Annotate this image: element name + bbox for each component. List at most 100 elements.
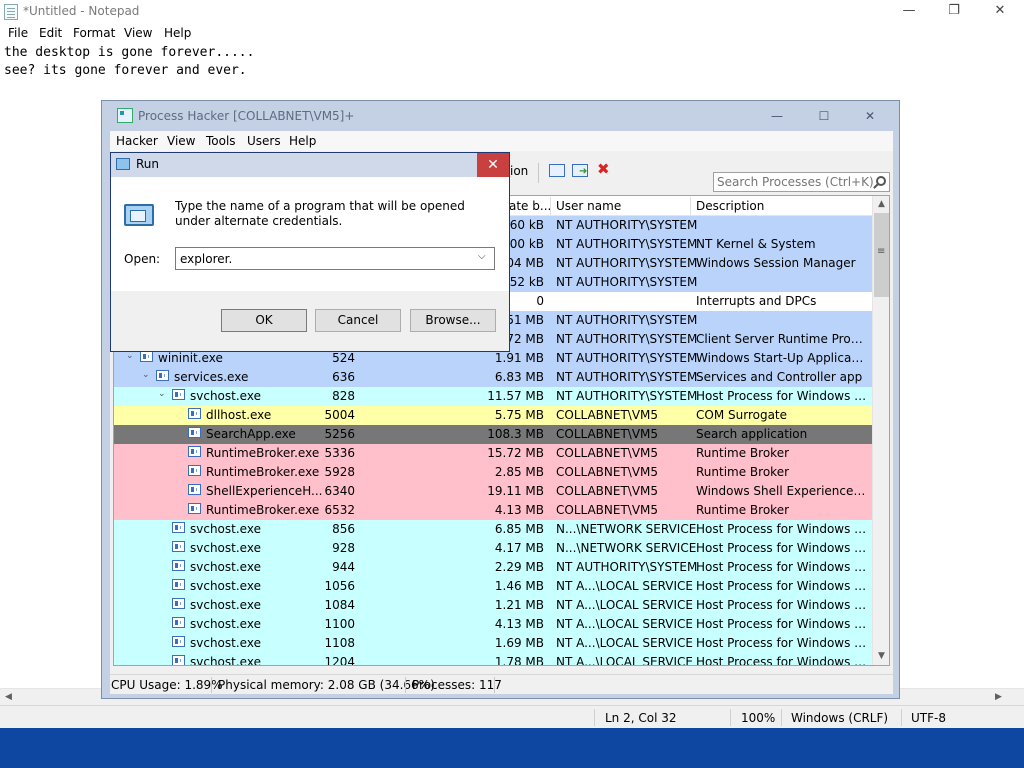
notepad-minimize-button[interactable]: — (886, 0, 932, 24)
tree-expander-icon[interactable]: ⌄ (142, 370, 150, 380)
process-name: svchost.exe (190, 541, 261, 555)
browse-button[interactable]: Browse... (410, 309, 496, 332)
scroll-up-icon[interactable]: ▲ (873, 196, 889, 213)
process-row[interactable]: svchost.exe 928 4.17 MB N...\NETWORK SERVIC… (114, 539, 872, 558)
ph-menu-hacker[interactable]: Hacker (116, 134, 158, 148)
process-row[interactable]: ⌄ services.exe 636 6.83 MB NT AUTHORITY\SYST… (114, 368, 872, 387)
process-private-bytes: 4.13 MB (494, 503, 544, 517)
ph-maximize-button[interactable]: ☐ (801, 105, 847, 127)
menu-help[interactable]: Help (164, 26, 191, 40)
table-vertical-scrollbar[interactable]: ▲ ▼ (872, 196, 889, 665)
process-private-bytes: 15.72 MB (487, 446, 544, 460)
process-user: NT AUTHORITY\SYSTEM (556, 256, 698, 270)
process-description: Services and Controller app (696, 370, 863, 384)
scroll-down-icon[interactable]: ▼ (873, 648, 889, 665)
process-row[interactable]: RuntimeBroker.exe 5336 15.72 MB COLLABNET\V… (114, 444, 872, 463)
process-name: svchost.exe (190, 598, 261, 612)
process-private-bytes: 19.11 MB (487, 484, 544, 498)
process-row[interactable]: svchost.exe 944 2.29 MB NT AUTHORITY\SYSTEM… (114, 558, 872, 577)
run-close-button[interactable]: ✕ (477, 153, 509, 177)
process-row[interactable]: svchost.exe 1100 4.13 MB NT A...\LOCAL SERV… (114, 615, 872, 634)
search-icon[interactable] (876, 176, 886, 186)
process-private-bytes: 6.85 MB (494, 522, 544, 536)
status-divider (901, 709, 902, 726)
text-line: the desktop is gone forever..... (4, 45, 255, 60)
process-search-input[interactable] (713, 172, 890, 192)
ph-minimize-button[interactable]: — (754, 105, 800, 127)
open-input[interactable] (180, 250, 470, 267)
process-description: Runtime Broker (696, 503, 790, 517)
process-row[interactable]: RuntimeBroker.exe 6532 4.13 MB COLLABNET\VM… (114, 501, 872, 520)
cpu-usage: CPU Usage: 1.89% (111, 678, 223, 692)
process-icon (188, 465, 201, 476)
process-row[interactable]: ⌄ svchost.exe 828 11.57 MB NT AUTHORITY\SYST… (114, 387, 872, 406)
process-pid: 1108 (324, 636, 355, 650)
process-name: svchost.exe (190, 389, 261, 403)
process-pid: 928 (332, 541, 355, 555)
ph-menu-tools[interactable]: Tools (206, 134, 236, 148)
ph-menu-view[interactable]: View (167, 134, 195, 148)
process-row[interactable]: RuntimeBroker.exe 5928 2.85 MB COLLABNET\VM… (114, 463, 872, 482)
ph-close-button[interactable]: ✕ (847, 105, 893, 127)
status-divider (781, 709, 782, 726)
status-zoom: 100% (741, 711, 776, 725)
ok-button[interactable]: OK (221, 309, 307, 332)
process-hacker-title-bar[interactable]: Process Hacker [COLLABNET\VM5]+ — ☐ ✕ (102, 101, 899, 131)
process-description: Windows Start-Up Application (696, 351, 868, 365)
run-title-bar[interactable]: Run ✕ (111, 153, 509, 177)
process-description: Runtime Broker (696, 465, 790, 479)
process-row[interactable]: svchost.exe 1108 1.69 MB NT A...\LOCAL SERV… (114, 634, 872, 653)
process-name: svchost.exe (190, 636, 261, 650)
status-divider (730, 709, 731, 726)
process-row[interactable]: svchost.exe 1056 1.46 MB NT A...\LOCAL SERV… (114, 577, 872, 596)
status-line-ending: Windows (CRLF) (791, 711, 889, 725)
process-pid: 828 (332, 389, 355, 403)
process-row[interactable]: ShellExperienceH... 6340 19.11 MB COLLABNET… (114, 482, 872, 501)
process-row[interactable]: svchost.exe 856 6.85 MB N...\NETWORK SERVIC… (114, 520, 872, 539)
process-row[interactable]: dllhost.exe 5004 5.75 MB COLLABNET\VM5 COM S… (114, 406, 872, 425)
status-encoding: UTF-8 (911, 711, 946, 725)
menu-file[interactable]: File (8, 26, 28, 40)
menu-format[interactable]: Format (73, 26, 115, 40)
process-row[interactable]: svchost.exe 1084 1.21 MB NT A...\LOCAL SERV… (114, 596, 872, 615)
process-row[interactable]: SearchApp.exe 5256 108.3 MB COLLABNET\VM5 Se… (114, 425, 872, 444)
chevron-down-icon[interactable]: ⌵ (478, 251, 486, 262)
process-description: Host Process for Windows Ser... (696, 560, 868, 574)
process-name: svchost.exe (190, 579, 261, 593)
process-private-bytes: 5.75 MB (494, 408, 544, 422)
process-pid: 5336 (324, 446, 355, 460)
process-description: Windows Shell Experience Host (696, 484, 868, 498)
process-icon (172, 598, 185, 609)
menu-edit[interactable]: Edit (39, 26, 62, 40)
process-user: COLLABNET\VM5 (556, 408, 659, 422)
scroll-thumb[interactable] (874, 213, 889, 297)
notepad-maximize-button[interactable]: ❐ (931, 0, 977, 24)
ph-menu-help[interactable]: Help (289, 134, 316, 148)
process-private-bytes: 1.91 MB (494, 351, 544, 365)
cancel-button[interactable]: Cancel (315, 309, 401, 332)
window-arrow-icon[interactable]: ➜ (572, 164, 588, 177)
menu-view[interactable]: View (124, 26, 152, 40)
notepad-menu-bar: File Edit Format View Help (0, 24, 1024, 43)
scroll-right-icon[interactable]: ▶ (990, 690, 1007, 705)
column-description[interactable]: Description (696, 199, 764, 213)
open-combobox[interactable]: ⌵ (175, 247, 495, 270)
process-pid: 524 (332, 351, 355, 365)
column-divider (550, 197, 551, 215)
tree-expander-icon[interactable]: ⌄ (158, 389, 166, 399)
window-icon[interactable] (549, 164, 565, 177)
terminate-icon[interactable]: ✖ (597, 160, 610, 178)
process-row[interactable]: svchost.exe 1204 1.78 MB NT A...\LOCAL SERV… (114, 653, 872, 665)
ph-menu-users[interactable]: Users (247, 134, 281, 148)
column-private-bytes[interactable]: ate b... (509, 199, 551, 213)
notepad-title-bar[interactable]: *Untitled - Notepad — ❐ ✕ (0, 0, 1024, 24)
process-user: NT AUTHORITY\SYSTEM (556, 389, 698, 403)
process-description: COM Surrogate (696, 408, 788, 422)
column-user-name[interactable]: User name (556, 199, 621, 213)
toolbar-find-label[interactable]: ion (510, 164, 528, 178)
tree-expander-icon[interactable]: ⌄ (126, 351, 134, 361)
run-description: Type the name of a program that will be … (175, 199, 465, 228)
notepad-title: *Untitled - Notepad (23, 4, 140, 18)
scroll-left-icon[interactable]: ◀ (0, 690, 17, 705)
notepad-close-button[interactable]: ✕ (977, 0, 1023, 24)
